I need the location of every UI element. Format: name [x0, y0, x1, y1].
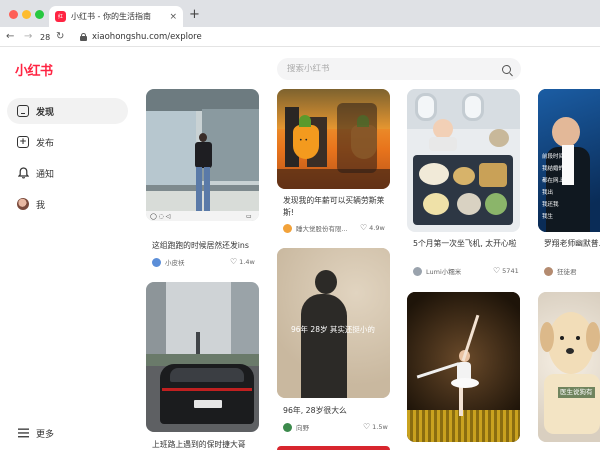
feed-card[interactable]: 前段时间我结婚的都在网上我出我还我我生 罗翔老师幽默普...我结婚啦 狂徒君	[538, 89, 600, 279]
minimize-window-button[interactable]	[22, 10, 31, 19]
back-button[interactable]: ←	[6, 29, 14, 45]
card-author[interactable]: 向野	[283, 422, 353, 432]
feed-card[interactable]: • • 发现我的年薪可以买辆劳斯莱斯! 睡大觉股份有限... ♡ 4.9w	[277, 89, 390, 239]
sidebar-item-label: 发布	[36, 138, 55, 149]
author-avatar	[152, 257, 161, 267]
image-caption: 医生说狗有	[558, 387, 595, 398]
card-author[interactable]: 狂徒君	[544, 266, 600, 276]
avatar	[17, 198, 29, 210]
like-button[interactable]: ♡ 1.5w	[363, 422, 388, 431]
card-image[interactable]	[146, 282, 259, 432]
like-button[interactable]: ♡ 4.9w	[360, 223, 385, 232]
card-title: 96年, 28岁很大么	[283, 406, 347, 415]
card-author[interactable]: 睡大觉股份有限...	[283, 223, 358, 233]
author-avatar	[544, 266, 553, 276]
card-title: 这组跑跑的时候居然还发ins	[152, 241, 249, 250]
card-title: 5个月第一次坐飞机, 太开心啦	[413, 239, 517, 248]
card-image[interactable]: 医生说狗有	[538, 292, 600, 442]
card-title: 罗翔老师幽默普...我结婚啦	[544, 239, 600, 248]
search-bar	[277, 58, 521, 80]
sidebar-item-explore[interactable]: 发现	[7, 98, 128, 124]
sidebar-item-label: 我	[36, 200, 46, 211]
maximize-window-button[interactable]	[35, 10, 44, 19]
card-image[interactable]: 前段时间 我结婚的 都在网上 我出 我还我 我生	[538, 89, 600, 232]
card-image[interactable]	[407, 292, 520, 442]
author-avatar	[283, 422, 292, 432]
sidebar-item-label: 通知	[36, 169, 55, 180]
sidebar-item-publish[interactable]: + 发布	[7, 129, 128, 155]
reload-button[interactable]: ↻	[56, 29, 64, 45]
like-button[interactable]: ♡ 1.4w	[230, 257, 255, 266]
sidebar-item-notifications[interactable]: 通知	[7, 160, 128, 186]
card-author[interactable]: 小皮袄	[152, 257, 222, 267]
feed-card[interactable]	[277, 446, 390, 450]
close-window-button[interactable]	[9, 10, 18, 19]
card-image[interactable]: 96年 28岁 其实还挺小的	[277, 248, 390, 398]
new-tab-button[interactable]: +	[189, 8, 200, 21]
xiaohongshu-logo[interactable]: 小红书	[15, 60, 53, 79]
card-title: 发现我的年薪可以买辆劳斯莱斯!	[283, 196, 385, 217]
author-avatar	[283, 223, 292, 233]
image-caption: 96年 28岁 其实还挺小的	[291, 325, 375, 334]
history-count: 28	[40, 33, 51, 42]
heart-icon: ♡	[363, 422, 371, 431]
search-icon[interactable]	[502, 64, 511, 74]
feed-card[interactable]: ◯ ◌ ◁ ▭ 这组跑跑的时候居然还发ins 小皮袄 ♡ 1.4w	[146, 89, 259, 269]
card-image[interactable]	[277, 446, 390, 450]
like-button[interactable]: ♡ 5741	[493, 266, 519, 275]
close-tab-icon[interactable]: ×	[169, 12, 177, 22]
sidebar-item-label: 更多	[36, 429, 55, 440]
tab-title: 小红书 - 你的生活指南	[71, 12, 151, 21]
heart-icon: ♡	[230, 257, 238, 266]
menu-icon	[17, 427, 29, 439]
forward-button[interactable]: →	[24, 29, 32, 45]
bell-icon	[17, 167, 29, 179]
browser-tab[interactable]: 红 小红书 - 你的生活指南 ×	[49, 6, 183, 27]
feed-card[interactable]	[407, 292, 520, 450]
author-avatar	[413, 266, 422, 276]
search-input[interactable]	[287, 64, 502, 74]
feed-card[interactable]: 96年 28岁 其实还挺小的 96年, 28岁很大么 向野 ♡ 1.5w	[277, 248, 390, 433]
heart-icon: ♡	[360, 223, 368, 232]
card-image[interactable]	[407, 89, 520, 232]
card-image[interactable]: ◯ ◌ ◁ ▭	[146, 89, 259, 221]
address-toolbar: ← → 28 ↻ xiaohongshu.com/explore	[0, 27, 600, 47]
url-bar[interactable]: xiaohongshu.com/explore	[80, 29, 592, 45]
browser-tab-strip: 红 小红书 - 你的生活指南 × +	[0, 0, 600, 27]
plus-square-icon: +	[17, 136, 29, 148]
feed-card[interactable]: 医生说狗有	[538, 292, 600, 450]
heart-icon: ♡	[493, 266, 501, 275]
feed-card[interactable]: 上班路上遇到的保时捷大哥	[146, 282, 259, 450]
xiaohongshu-favicon-icon: 红	[55, 11, 66, 22]
feed-card[interactable]: 5个月第一次坐飞机, 太开心啦 Lumi小糯米 ♡ 5741	[407, 89, 520, 279]
card-title: 上班路上遇到的保时捷大哥	[152, 440, 246, 449]
card-image[interactable]: • •	[277, 89, 390, 189]
card-author[interactable]: Lumi小糯米	[413, 266, 483, 276]
sidebar-item-me[interactable]: 我	[7, 191, 128, 217]
sidebar-item-label: 发现	[36, 107, 55, 118]
sidebar-item-more[interactable]: 更多	[7, 420, 128, 446]
url-text: xiaohongshu.com/explore	[92, 32, 202, 42]
home-icon	[17, 105, 29, 117]
lock-icon	[80, 33, 87, 41]
